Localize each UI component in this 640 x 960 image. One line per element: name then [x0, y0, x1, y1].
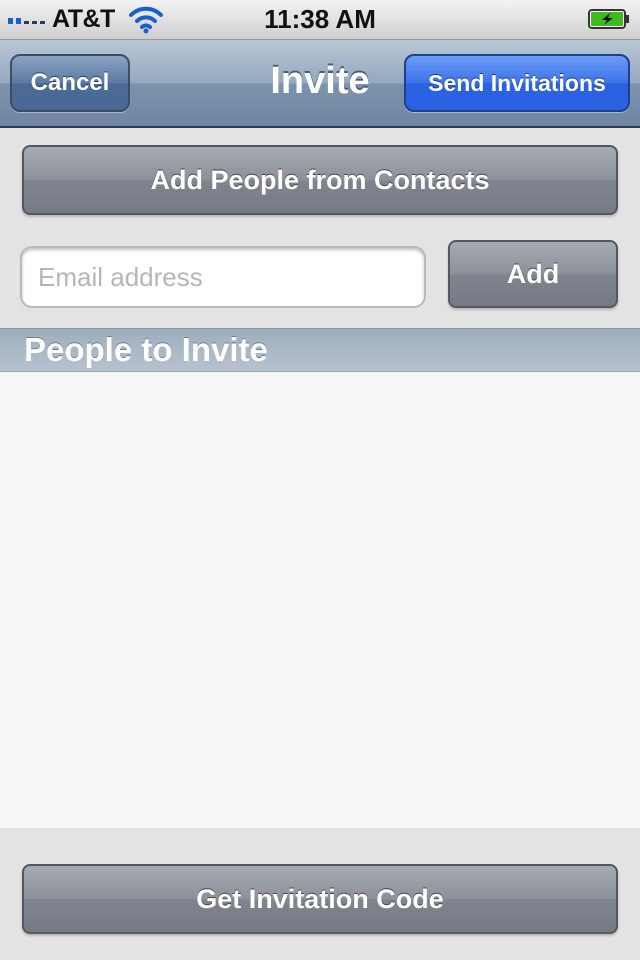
status-bar: AT&T 11:38 AM [0, 0, 640, 40]
people-to-invite-header: People to Invite [0, 328, 640, 372]
people-to-invite-list[interactable] [0, 372, 640, 828]
navigation-bar: Cancel Invite Send Invitations [0, 40, 640, 128]
add-button[interactable]: Add [448, 240, 618, 308]
email-address-input[interactable] [20, 246, 426, 308]
send-invitations-button[interactable]: Send Invitations [404, 54, 630, 112]
clock: 11:38 AM [264, 4, 376, 34]
get-invitation-code-button[interactable]: Get Invitation Code [22, 864, 618, 934]
battery-charging-icon [588, 9, 629, 29]
invite-screen: AT&T 11:38 AM Cancel Invite Send Invitat… [0, 0, 640, 960]
add-people-from-contacts-button[interactable]: Add People from Contacts [22, 145, 618, 215]
